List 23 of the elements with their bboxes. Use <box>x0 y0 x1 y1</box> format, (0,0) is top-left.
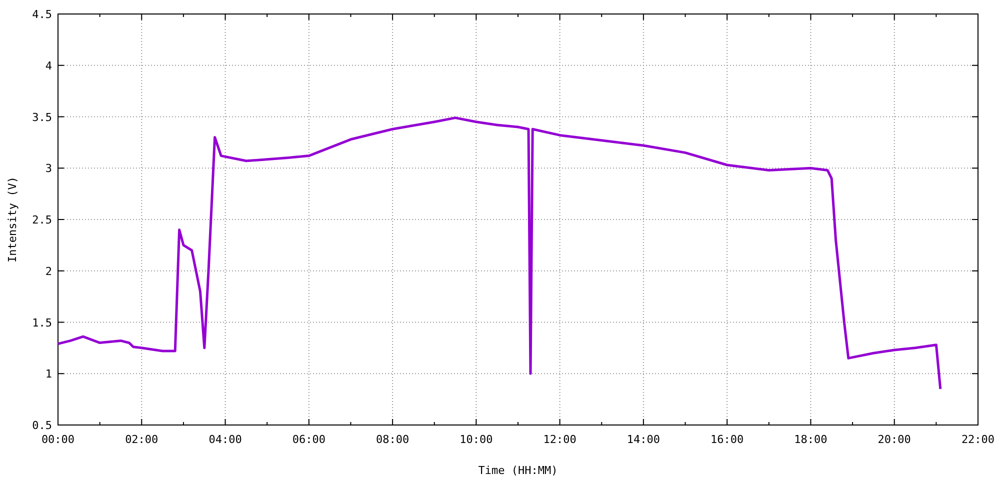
tick-label: 3.5 <box>32 110 52 124</box>
tick-label: 14:00 <box>626 433 660 446</box>
tick-label: 22:00 <box>961 433 995 446</box>
tick-label: 02:00 <box>125 433 158 446</box>
tick-label: 00:00 <box>41 433 75 446</box>
tick-label: 2 <box>45 264 52 278</box>
tick-label: 1 <box>45 368 52 381</box>
tick-label: 08:00 <box>376 433 410 446</box>
x-axis-title: Time (HH:MM) <box>478 464 558 477</box>
tick-label: 0.5 <box>32 419 52 432</box>
tick-label: 3 <box>45 162 52 176</box>
tick-label: 04:00 <box>208 433 242 446</box>
tick-label: 12:00 <box>543 433 576 446</box>
tick-label: 4.5 <box>32 8 52 21</box>
tick-label: 06:00 <box>292 433 326 446</box>
tick-label: 1.5 <box>32 316 52 330</box>
tick-label: 4 <box>45 59 52 72</box>
tick-label: 10:00 <box>460 433 493 446</box>
tick-label: 18:00 <box>794 433 828 446</box>
tick-label: 2.5 <box>32 214 52 226</box>
tick-label: 16:00 <box>710 433 744 446</box>
tick-label: 20:00 <box>878 433 911 446</box>
y-axis-title: Intensity (V) <box>6 176 19 263</box>
